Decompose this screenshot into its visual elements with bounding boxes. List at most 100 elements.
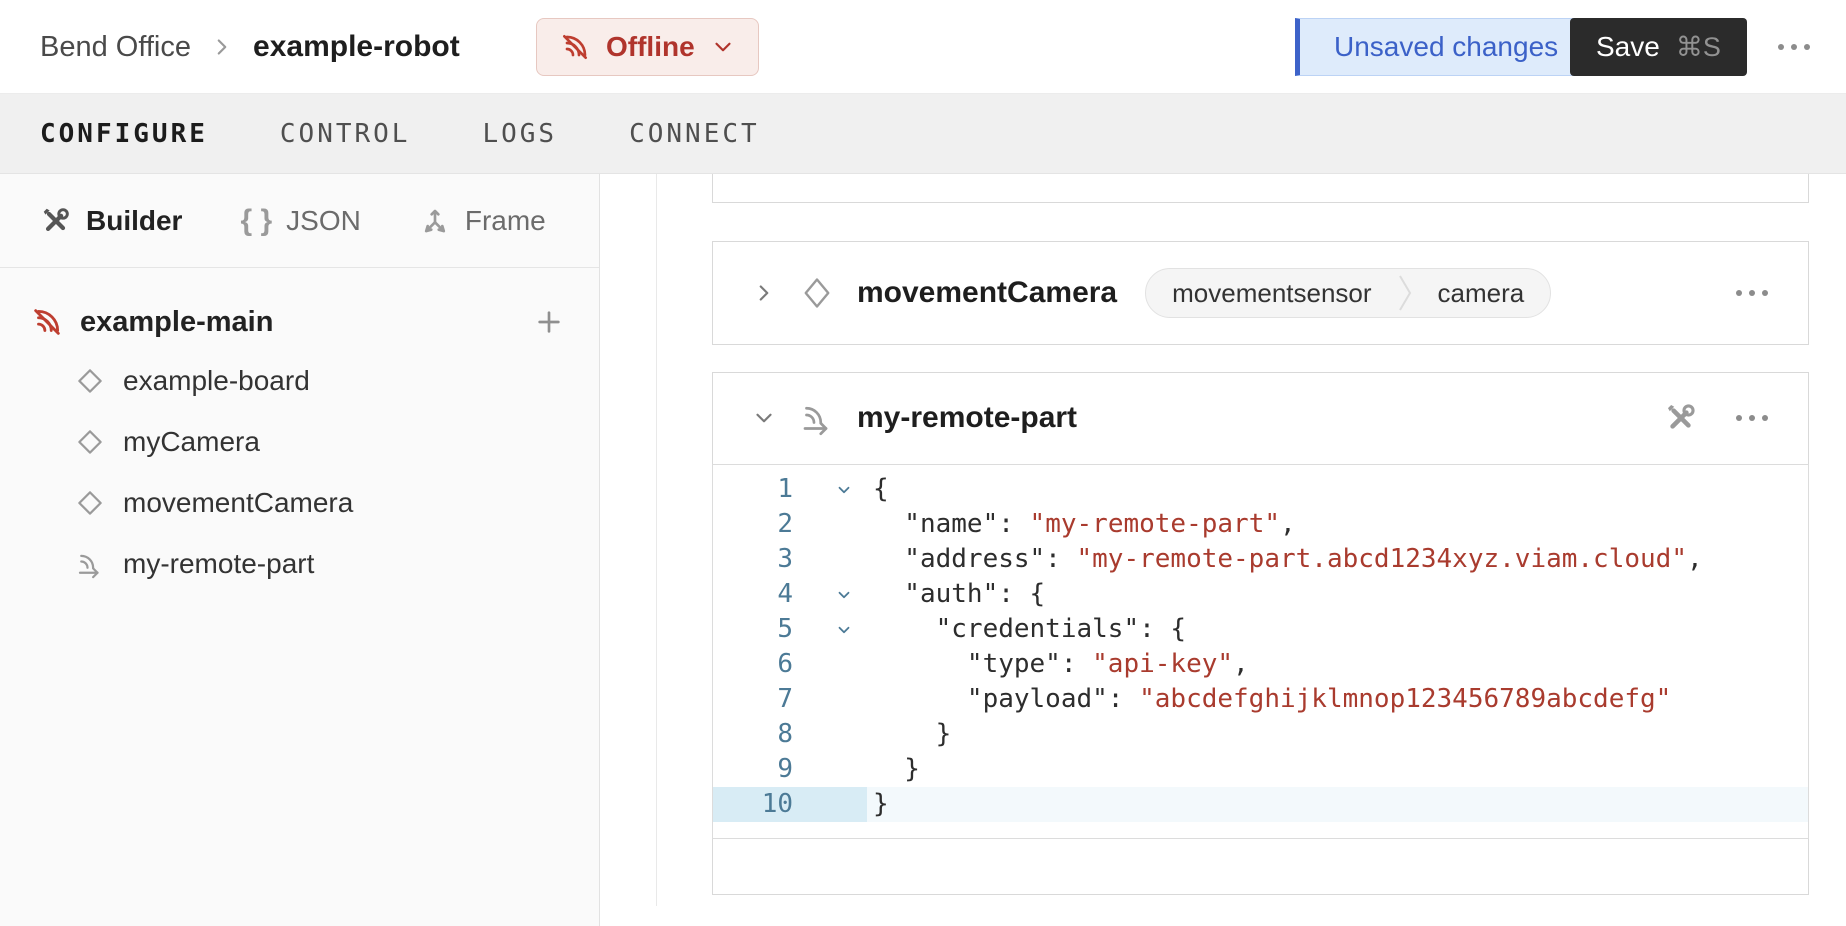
code-line[interactable]: 10 } <box>713 787 1808 822</box>
line-number: 3 <box>713 542 793 577</box>
code-line[interactable]: 6 "type": "api-key", <box>713 647 1808 682</box>
component-tree: example-main example-board myCamera move… <box>0 268 599 594</box>
line-number: 7 <box>713 682 793 717</box>
line-number: 1 <box>713 472 793 507</box>
tree-main-label: example-main <box>80 306 273 339</box>
json-code-editor[interactable]: 1 { 2 "name": "my-remote-part", 3 "addre… <box>712 464 1809 839</box>
fold-chevron-icon[interactable] <box>793 612 867 647</box>
breadcrumb-robot-name: example-robot <box>253 30 460 64</box>
line-number: 4 <box>713 577 793 612</box>
fold-gutter[interactable] <box>793 507 867 542</box>
gutter: 6 <box>713 647 867 682</box>
tools-icon[interactable] <box>1664 401 1698 435</box>
fold-gutter[interactable] <box>793 542 867 577</box>
card-title: movementCamera <box>857 276 1117 310</box>
wifi-off-icon <box>559 31 591 63</box>
unsaved-changes-badge: Unsaved changes <box>1295 18 1593 76</box>
remote-card-my-remote-part: my-remote-part 1 { 2 "name": "my-remote-… <box>712 372 1809 895</box>
chevron-right-icon <box>209 34 235 60</box>
app-header: Bend Office example-robot Offline Unsa <box>0 0 1846 94</box>
tag-camera: camera <box>1412 278 1551 309</box>
fold-gutter[interactable] <box>793 752 867 787</box>
tools-icon <box>40 205 72 237</box>
frame-axes-icon <box>419 205 451 237</box>
expand-chevron-right-icon[interactable] <box>751 280 777 306</box>
previous-card-partial <box>712 174 1809 203</box>
gutter: 5 <box>713 612 867 647</box>
component-type-tags: movementsensor camera <box>1145 268 1551 318</box>
line-number: 9 <box>713 752 793 787</box>
code-text: "payload": "abcdefghijklmnop123456789abc… <box>867 682 1808 717</box>
mode-toggle-builder[interactable]: Builder <box>40 205 182 237</box>
save-shortcut-hint: ⌘S <box>1676 32 1721 63</box>
gutter: 9 <box>713 752 867 787</box>
tab-configure[interactable]: CONFIGURE <box>40 119 208 149</box>
fold-gutter[interactable] <box>793 717 867 752</box>
viam-app-window: Bend Office example-robot Offline Unsa <box>0 0 1846 926</box>
status-label: Offline <box>606 31 695 63</box>
component-card-movementCamera: movementCamera movementsensor camera <box>712 241 1809 345</box>
tree-item-my-remote-part[interactable]: my-remote-part <box>0 533 599 594</box>
mode-toggle-json[interactable]: { } JSON <box>240 204 360 238</box>
code-line[interactable]: 1 { <box>713 472 1808 507</box>
add-component-button[interactable] <box>533 306 565 338</box>
gutter: 1 <box>713 472 867 507</box>
tree-item-movementCamera[interactable]: movementCamera <box>0 472 599 533</box>
mode-toggle-frame[interactable]: Frame <box>419 205 546 237</box>
code-text: "address": "my-remote-part.abcd1234xyz.v… <box>867 542 1808 577</box>
save-button-label: Save <box>1596 31 1660 63</box>
breadcrumb-org[interactable]: Bend Office <box>40 31 191 64</box>
component-diamond-icon <box>75 488 105 518</box>
fold-chevron-icon[interactable] <box>793 577 867 612</box>
gutter: 3 <box>713 542 867 577</box>
tree-part-main[interactable]: example-main <box>0 294 599 350</box>
gutter: 2 <box>713 507 867 542</box>
code-line[interactable]: 5 "credentials": { <box>713 612 1808 647</box>
line-number: 8 <box>713 717 793 752</box>
collapse-chevron-down-icon[interactable] <box>751 405 777 431</box>
gutter: 8 <box>713 717 867 752</box>
card-title: my-remote-part <box>857 401 1077 435</box>
code-text: { <box>867 472 1808 507</box>
code-line[interactable]: 2 "name": "my-remote-part", <box>713 507 1808 542</box>
code-text: } <box>867 787 1808 822</box>
machine-status-dropdown[interactable]: Offline <box>536 18 759 76</box>
remote-part-icon <box>75 549 105 579</box>
code-line[interactable]: 3 "address": "my-remote-part.abcd1234xyz… <box>713 542 1808 577</box>
braces-icon: { } <box>240 204 272 238</box>
content-divider <box>656 174 657 906</box>
tab-logs[interactable]: LOGS <box>482 119 557 149</box>
config-mode-switcher: Builder { } JSON Frame <box>0 174 599 268</box>
remote-part-icon <box>799 400 835 436</box>
fold-gutter[interactable] <box>793 682 867 717</box>
code-text: } <box>867 752 1808 787</box>
tree-item-myCamera[interactable]: myCamera <box>0 411 599 472</box>
gutter: 10 <box>713 787 867 822</box>
tab-control[interactable]: CONTROL <box>280 119 411 149</box>
wifi-off-icon <box>30 305 64 339</box>
code-text: } <box>867 717 1808 752</box>
code-text: "type": "api-key", <box>867 647 1808 682</box>
component-diamond-icon <box>75 366 105 396</box>
tab-connect[interactable]: CONNECT <box>629 119 760 149</box>
line-number: 6 <box>713 647 793 682</box>
fold-chevron-icon[interactable] <box>793 472 867 507</box>
code-line[interactable]: 4 "auth": { <box>713 577 1808 612</box>
save-button[interactable]: Save ⌘S <box>1570 18 1747 76</box>
fold-gutter[interactable] <box>793 647 867 682</box>
line-number: 5 <box>713 612 793 647</box>
code-line[interactable]: 7 "payload": "abcdefghijklmnop123456789a… <box>713 682 1808 717</box>
card-overflow-menu-button[interactable] <box>1736 290 1768 296</box>
tree-item-example-board[interactable]: example-board <box>0 350 599 411</box>
line-number: 2 <box>713 507 793 542</box>
tag-movementsensor: movementsensor <box>1146 278 1397 309</box>
card-overflow-menu-button[interactable] <box>1736 415 1768 421</box>
code-line[interactable]: 8 } <box>713 717 1808 752</box>
code-text: "credentials": { <box>867 612 1808 647</box>
machine-tabs: CONFIGURE CONTROL LOGS CONNECT <box>0 94 1846 174</box>
gutter: 7 <box>713 682 867 717</box>
header-overflow-menu-button[interactable] <box>1778 44 1810 50</box>
fold-gutter[interactable] <box>793 787 867 822</box>
code-text: "auth": { <box>867 577 1808 612</box>
code-line[interactable]: 9 } <box>713 752 1808 787</box>
